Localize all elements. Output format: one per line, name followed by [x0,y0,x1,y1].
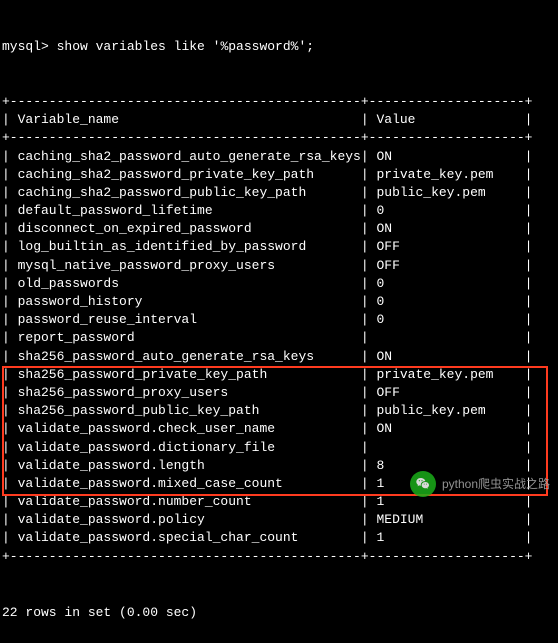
wechat-icon [410,471,436,497]
terminal-output: mysql> show variables like '%password%';… [0,0,558,643]
wechat-watermark: python爬虫实战之路 [410,471,550,497]
watermark-text: python爬虫实战之路 [442,476,550,493]
mysql-prompt: mysql> [2,39,49,54]
summary-line: 22 rows in set (0.00 sec) [2,604,556,622]
sql-command: show variables like '%password%'; [57,39,314,54]
prompt-line[interactable]: mysql> show variables like '%password%'; [2,38,556,56]
